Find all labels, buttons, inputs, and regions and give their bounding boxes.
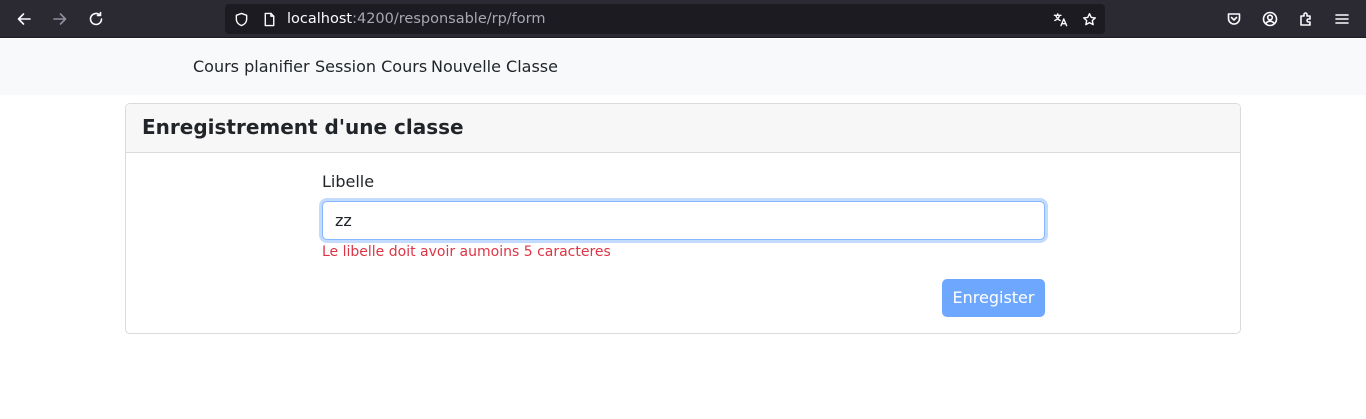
nav-link-session-cours[interactable]: Session Cours [315, 57, 427, 77]
extensions-icon[interactable] [1294, 7, 1318, 31]
forward-arrow-icon[interactable] [48, 7, 72, 31]
pocket-icon[interactable] [1222, 7, 1246, 31]
nav-link-nouvelle-classe[interactable]: Nouvelle Classe [431, 57, 558, 77]
url-text[interactable]: localhost:4200/responsable/rp/form [287, 10, 546, 28]
save-button[interactable]: Enregister [942, 279, 1045, 317]
hamburger-menu-icon[interactable] [1330, 7, 1354, 31]
url-host: localhost [287, 11, 353, 27]
class-form-card: Enregistrement d'une classe Libelle Le l… [125, 103, 1241, 334]
form-title: Enregistrement d'une classe [142, 115, 464, 139]
app-navbar: Cours planifier Session Cours Nouvelle C… [0, 39, 1366, 95]
card-header: Enregistrement d'une classe [126, 104, 1240, 153]
translate-icon[interactable] [1052, 11, 1068, 27]
account-icon[interactable] [1258, 7, 1282, 31]
libelle-label: Libelle [322, 172, 375, 191]
back-arrow-icon[interactable] [12, 7, 36, 31]
reload-icon[interactable] [84, 7, 108, 31]
libelle-input[interactable] [322, 201, 1045, 240]
tracking-protection-shield-icon[interactable] [233, 11, 249, 27]
address-bar[interactable]: localhost:4200/responsable/rp/form [225, 4, 1105, 34]
libelle-error-message: Le libelle doit avoir aumoins 5 caracter… [322, 244, 611, 260]
page-icon[interactable] [261, 11, 277, 27]
nav-link-cours-planifier[interactable]: Cours planifier [193, 57, 310, 77]
browser-toolbar: localhost:4200/responsable/rp/form [0, 0, 1366, 38]
url-path: :4200/responsable/rp/form [352, 11, 546, 27]
bookmark-star-icon[interactable] [1081, 11, 1097, 27]
